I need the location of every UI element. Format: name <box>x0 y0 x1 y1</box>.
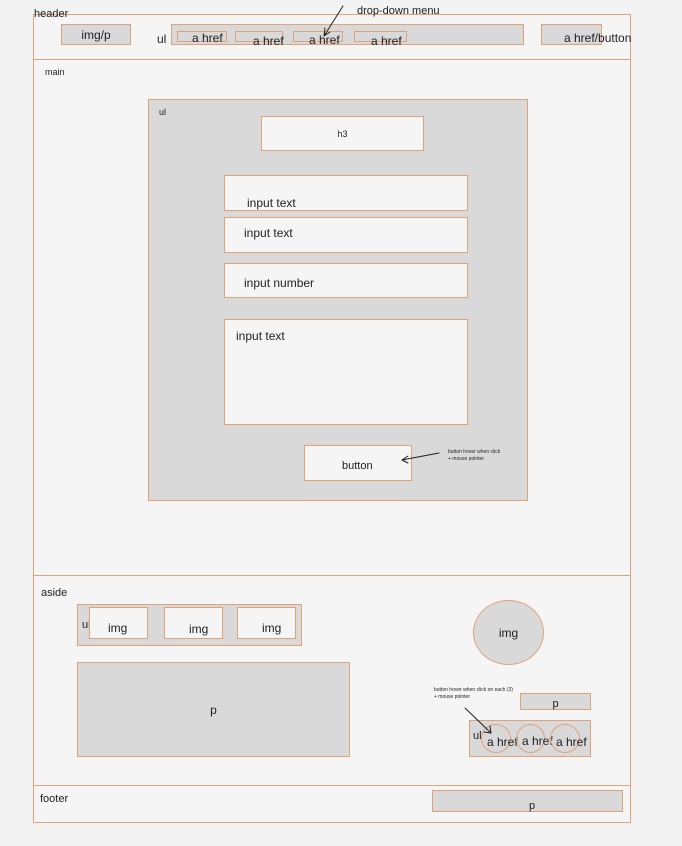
social-link-1-label: a href <box>487 735 518 749</box>
gallery-img-1-label: img <box>108 621 128 635</box>
input-text-1-label: input text <box>247 196 296 210</box>
aside-paragraph: p <box>77 662 350 757</box>
header-cta-label: a href/button <box>564 31 632 45</box>
social-link-3-label: a href <box>556 735 587 749</box>
nav-link-3-label: a href <box>309 33 340 47</box>
form-list-label: ul <box>159 107 167 117</box>
textarea-input-label: input text <box>236 329 285 343</box>
submit-button-label: button <box>342 460 373 472</box>
input-text-2-label: input text <box>244 226 293 240</box>
form-container <box>148 99 528 501</box>
main-label: main <box>45 67 65 77</box>
footer-label: footer <box>40 793 69 805</box>
nav-list-label: ul <box>157 32 167 46</box>
aside-label: aside <box>41 587 68 599</box>
links-note-line2: + mouse pointer <box>434 694 470 700</box>
footer-paragraph-label: p <box>529 800 536 812</box>
input-number-label: input number <box>244 276 315 290</box>
logo: img/p <box>61 24 131 45</box>
button-note-line1: button hover when click <box>448 449 501 455</box>
aside-small-paragraph: p <box>520 693 591 710</box>
button-note-line2: + mouse pointer <box>448 456 484 462</box>
form-heading: h3 <box>261 116 424 151</box>
links-note-line1: button hover when click on each (3) <box>434 687 513 693</box>
header-label: header <box>34 8 69 20</box>
social-link-2-label: a href <box>522 734 553 748</box>
nav-link-1-label: a href <box>192 31 223 45</box>
footer-paragraph <box>432 790 623 812</box>
nav-link-4-label: a href <box>371 34 402 48</box>
avatar: img <box>473 600 544 665</box>
dropdown-annotation: drop-down menu <box>357 5 440 17</box>
gallery-img-2-label: img <box>189 622 209 636</box>
nav-link-2-label: a href <box>253 34 284 48</box>
gallery-img-3-label: img <box>262 621 282 635</box>
